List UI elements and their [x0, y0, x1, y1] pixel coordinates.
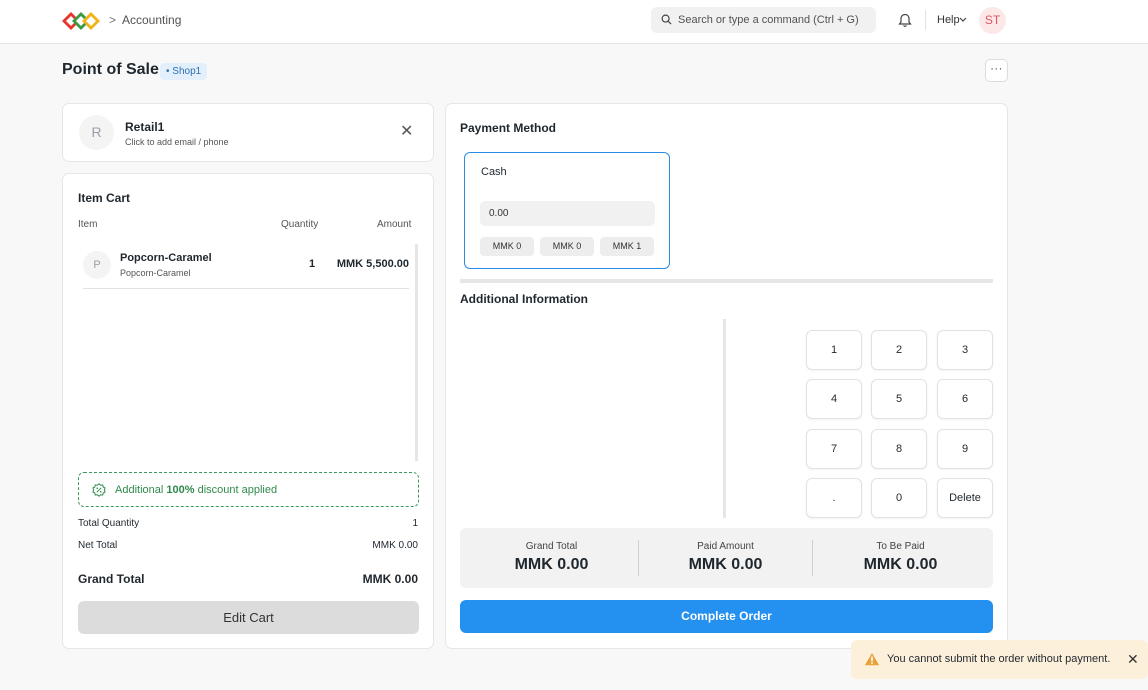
item-name: Popcorn-Caramel	[120, 252, 212, 264]
complete-order-button[interactable]: Complete Order	[460, 600, 993, 633]
toast-close-icon[interactable]: ✕	[1127, 652, 1139, 666]
toast-message: You cannot submit the order without paym…	[887, 653, 1111, 665]
search-bar[interactable]: Search or type a command (Ctrl + G)	[651, 7, 876, 33]
app-logo-icon[interactable]	[62, 10, 100, 32]
pos-profile-badge: • Shop1	[160, 63, 208, 80]
customer-name: Retail1	[125, 120, 165, 134]
numpad-key-3[interactable]: 3	[937, 330, 993, 370]
edit-cart-button[interactable]: Edit Cart	[78, 601, 419, 634]
cash-label: Cash	[481, 166, 507, 178]
navbar: > Accounting Search or type a command (C…	[0, 0, 1148, 44]
numpad-key-5[interactable]: 5	[871, 379, 927, 419]
payment-method-title: Payment Method	[460, 121, 557, 135]
grand-total-label: Grand Total	[78, 572, 145, 586]
summary-grand-total-value: MMK 0.00	[514, 556, 589, 573]
numpad-key-delete[interactable]: Delete	[937, 478, 993, 518]
customer-avatar: R	[79, 115, 114, 150]
quick-amount-button[interactable]: MMK 0	[540, 237, 594, 256]
customer-contact-hint[interactable]: Click to add email / phone	[125, 137, 229, 147]
column-header-quantity: Quantity	[281, 219, 319, 230]
numpad-key-4[interactable]: 4	[806, 379, 862, 419]
summary-to-be-paid: To Be Paid MMK 0.00	[812, 528, 989, 588]
cash-amount-input[interactable]: 0.00	[480, 201, 655, 226]
total-quantity-label: Total Quantity	[78, 518, 140, 529]
numpad-key-6[interactable]: 6	[937, 379, 993, 419]
breadcrumb-accounting[interactable]: Accounting	[122, 13, 181, 27]
column-header-amount: Amount	[377, 219, 412, 230]
cart-item-row[interactable]: P Popcorn-Caramel Popcorn-Caramel 1 MMK …	[83, 243, 409, 289]
additional-information-title: Additional Information	[460, 292, 588, 306]
net-total-value: MMK 0.00	[372, 540, 418, 551]
summary-to-be-paid-label: To Be Paid	[876, 541, 925, 552]
summary-paid-amount: Paid Amount MMK 0.00	[637, 528, 814, 588]
discount-text: Additional 100% discount applied	[115, 484, 278, 496]
warning-toast: You cannot submit the order without paym…	[851, 640, 1148, 679]
item-code: Popcorn-Caramel	[120, 268, 191, 278]
cart-scrollbar[interactable]	[415, 244, 418, 461]
discount-banner[interactable]: Additional 100% discount applied	[78, 472, 419, 507]
chevron-down-icon[interactable]	[959, 17, 967, 23]
notification-bell-icon[interactable]	[898, 13, 912, 28]
user-avatar[interactable]: ST	[979, 7, 1006, 34]
grand-total-value: MMK 0.00	[362, 572, 418, 586]
numpad-key-2[interactable]: 2	[871, 330, 927, 370]
total-quantity-value: 1	[412, 518, 418, 529]
numpad-key-9[interactable]: 9	[937, 429, 993, 469]
numpad-divider	[723, 319, 726, 518]
discount-badge-icon	[92, 483, 106, 497]
quick-amount-button[interactable]: MMK 1	[600, 237, 654, 256]
numpad-key-7[interactable]: 7	[806, 429, 862, 469]
summary-grand-total: Grand Total MMK 0.00	[463, 528, 640, 588]
search-placeholder: Search or type a command (Ctrl + G)	[678, 14, 859, 26]
help-menu[interactable]: Help	[937, 14, 960, 26]
cash-payment-mode[interactable]: Cash 0.00 MMK 0 MMK 0 MMK 1	[464, 152, 670, 269]
numpad-key-decimal[interactable]: .	[806, 478, 862, 518]
numpad-key-0[interactable]: 0	[871, 478, 927, 518]
page-title: Point of Sale	[62, 61, 159, 78]
breadcrumb-separator: >	[109, 13, 117, 27]
section-divider	[460, 279, 993, 283]
more-actions-button[interactable]: ···	[985, 59, 1008, 82]
payment-summary: Grand Total MMK 0.00 Paid Amount MMK 0.0…	[460, 528, 993, 588]
summary-to-be-paid-value: MMK 0.00	[863, 556, 938, 573]
column-header-item: Item	[78, 219, 98, 230]
numpad-key-1[interactable]: 1	[806, 330, 862, 370]
net-total-label: Net Total	[78, 540, 118, 551]
item-avatar: P	[83, 251, 111, 279]
navbar-divider	[925, 10, 926, 30]
item-cart-title: Item Cart	[78, 191, 131, 205]
customer-card[interactable]: R Retail1 Click to add email / phone ✕	[62, 103, 434, 162]
search-icon	[661, 14, 672, 25]
item-quantity: 1	[309, 258, 316, 270]
summary-paid-amount-value: MMK 0.00	[688, 556, 763, 573]
item-amount: MMK 5,500.00	[336, 258, 409, 270]
numpad-key-8[interactable]: 8	[871, 429, 927, 469]
remove-customer-close-icon[interactable]: ✕	[400, 124, 413, 140]
item-cart-card: Item Cart Item Quantity Amount P Popcorn…	[62, 173, 434, 649]
payment-card: Payment Method Cash 0.00 MMK 0 MMK 0 MMK…	[445, 103, 1008, 649]
summary-paid-amount-label: Paid Amount	[697, 541, 754, 552]
quick-amount-button[interactable]: MMK 0	[480, 237, 534, 256]
summary-grand-total-label: Grand Total	[525, 541, 578, 552]
warning-icon	[864, 653, 880, 666]
